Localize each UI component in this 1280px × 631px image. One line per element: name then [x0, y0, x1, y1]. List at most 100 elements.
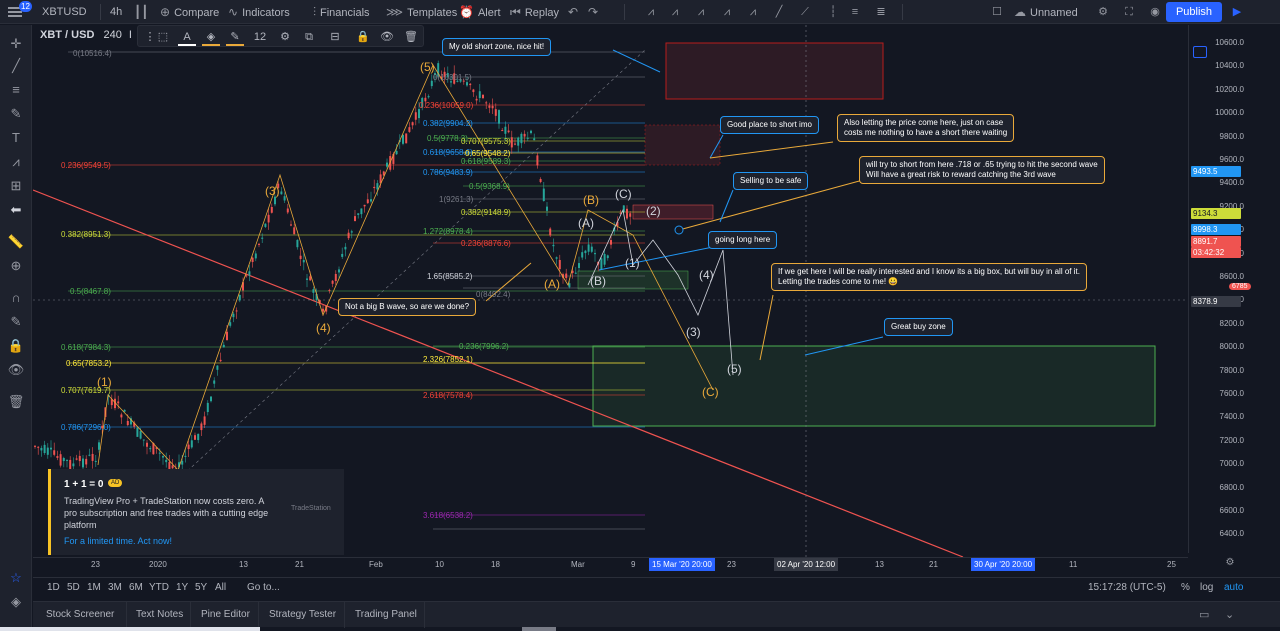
- shape-icon[interactable]: ⬚: [154, 28, 172, 46]
- range-button-3m[interactable]: 3M: [108, 582, 122, 593]
- clone-icon[interactable]: ⧉: [300, 28, 318, 46]
- promo-link[interactable]: For a limited time. Act now!: [64, 536, 172, 546]
- callout-good-place[interactable]: Good place to short imo: [720, 116, 819, 134]
- range-button-1y[interactable]: 1Y: [176, 582, 188, 593]
- layout-square-icon[interactable]: ☐: [988, 3, 1006, 21]
- lock-drawings-icon[interactable]: ✎: [7, 313, 25, 331]
- lock-icon[interactable]: 🔒: [354, 28, 372, 46]
- candlestick-series[interactable]: [34, 60, 632, 482]
- target-point-icon[interactable]: [674, 225, 684, 235]
- eye-icon[interactable]: 👁: [7, 361, 25, 379]
- elliott-double-combo-icon[interactable]: ⩘: [718, 3, 736, 21]
- callout-great-buy[interactable]: Great buy zone: [884, 318, 953, 336]
- auto-toggle[interactable]: auto: [1224, 582, 1243, 593]
- callout-big-box[interactable]: If we get here I will be really interest…: [771, 263, 1087, 291]
- crosshair-icon[interactable]: ✛: [7, 35, 25, 53]
- chart-settings-icon[interactable]: ⚙: [1220, 557, 1240, 571]
- replay-button[interactable]: ⏮ Replay: [510, 0, 559, 24]
- publish-button[interactable]: Publish: [1166, 2, 1222, 22]
- scale-mode-icon[interactable]: [1193, 46, 1207, 58]
- tab-pine-editor[interactable]: Pine Editor: [201, 609, 250, 620]
- interval-selector[interactable]: 4h: [110, 0, 122, 24]
- indicators-button[interactable]: ∿ Indicators: [228, 0, 290, 24]
- magnet-icon[interactable]: ∩: [7, 289, 25, 307]
- tab-trading-panel[interactable]: Trading Panel: [355, 609, 417, 620]
- compare-button[interactable]: ⊕ Compare: [160, 0, 219, 24]
- range-button-all[interactable]: All: [215, 582, 226, 593]
- trash-icon[interactable]: 🗑: [402, 28, 420, 46]
- fib-channel-icon[interactable]: ≣: [872, 3, 890, 21]
- text-icon[interactable]: T: [7, 129, 25, 147]
- range-button-5y[interactable]: 5Y: [195, 582, 207, 593]
- callout-selling[interactable]: Selling to be safe: [733, 172, 809, 190]
- text-color-icon[interactable]: A: [178, 28, 196, 46]
- callout-going-long[interactable]: going long here: [708, 231, 778, 249]
- range-button-6m[interactable]: 6M: [129, 582, 143, 593]
- border-color-icon[interactable]: ✎: [226, 28, 244, 46]
- range-button-1m[interactable]: 1M: [87, 582, 101, 593]
- undo-icon[interactable]: ↶: [568, 0, 582, 24]
- range-button-1d[interactable]: 1D: [47, 582, 60, 593]
- tab-text-notes[interactable]: Text Notes: [136, 609, 183, 620]
- fib-icon[interactable]: ≡: [7, 81, 25, 99]
- range-button-5d[interactable]: 5D: [67, 582, 80, 593]
- alerts-badge[interactable]: 6785: [1229, 283, 1251, 290]
- brush-icon[interactable]: ✎: [7, 105, 25, 123]
- trend-line-icon[interactable]: ╱: [770, 3, 788, 21]
- camera-icon[interactable]: ◉: [1146, 3, 1164, 21]
- eye-icon[interactable]: 👁: [378, 28, 396, 46]
- play-icon[interactable]: ▶: [1228, 3, 1246, 21]
- callout-not-big-b[interactable]: Not a big B wave, so are we done?: [338, 298, 477, 316]
- font-size-select[interactable]: 12: [248, 28, 272, 46]
- callout-will-try[interactable]: will try to short from here .718 or .65 …: [859, 156, 1105, 184]
- settings-gear-icon[interactable]: ⚙: [1094, 3, 1112, 21]
- range-button-ytd[interactable]: YTD: [149, 582, 169, 593]
- time-axis[interactable]: 23 2020 13 21 Feb 10 18 Mar 9 23 13 21 11 25 15 Mar '2…: [33, 557, 1188, 571]
- symbol-search[interactable]: XBTUSD: [42, 0, 87, 24]
- trend-line-icon[interactable]: ╱: [7, 57, 25, 75]
- pattern-icon[interactable]: ⩘: [7, 153, 25, 171]
- callout-also-letting[interactable]: Also letting the price come here, just o…: [837, 114, 1015, 142]
- zoom-in-icon[interactable]: ⊕: [7, 257, 25, 275]
- layers-icon[interactable]: ◈: [7, 593, 25, 611]
- sync-icon[interactable]: ⊟: [326, 28, 344, 46]
- vertical-line-icon[interactable]: ┆: [824, 3, 842, 21]
- templates-button[interactable]: ⋙ Templates: [386, 0, 457, 24]
- elliott-impulse-icon[interactable]: ⩘: [642, 3, 660, 21]
- redo-icon[interactable]: ↷: [588, 0, 602, 24]
- lock-icon[interactable]: 🔒: [7, 337, 25, 355]
- old-short-zone[interactable]: [665, 42, 884, 100]
- promo-banner[interactable]: 1 + 1 = 0 AD TradingView Pro + TradeStat…: [48, 469, 344, 555]
- fill-color-icon[interactable]: ◈: [202, 28, 220, 46]
- elliott-correction-icon[interactable]: ⩘: [666, 3, 684, 21]
- fullscreen-icon[interactable]: ⛶: [1120, 3, 1138, 21]
- elliott-triple-combo-icon[interactable]: ⩘: [744, 3, 762, 21]
- ruler-icon[interactable]: 📏: [7, 233, 25, 251]
- financials-button[interactable]: ⫶ Financials: [313, 0, 370, 24]
- prediction-icon[interactable]: ⊞: [7, 177, 25, 195]
- elliott-triangle-icon[interactable]: ⩘: [692, 3, 710, 21]
- horizontal-lines-icon[interactable]: ≡: [846, 3, 864, 21]
- scrollbar[interactable]: [0, 627, 260, 631]
- settings-icon[interactable]: ⚙: [276, 28, 294, 46]
- buy-zone[interactable]: [592, 345, 1156, 427]
- tab-strategy-tester[interactable]: Strategy Tester: [269, 609, 336, 620]
- short-zone[interactable]: [644, 124, 721, 166]
- log-toggle[interactable]: log: [1200, 582, 1213, 593]
- callout-old-short[interactable]: My old short zone, nice hit!: [442, 38, 552, 56]
- alert-button[interactable]: ⏰ Alert: [459, 0, 501, 24]
- price-axis[interactable]: 10600.0 10400.0 10200.0 10000.0 9800.0 9600.0…: [1188, 25, 1251, 553]
- clock[interactable]: 15:17:28 (UTC-5): [1088, 582, 1166, 593]
- collapse-panel-icon[interactable]: ⌄: [1225, 608, 1234, 621]
- back-arrow-icon[interactable]: ⬅: [7, 201, 25, 219]
- scrollbar-thumb[interactable]: [522, 627, 556, 631]
- layout-name[interactable]: ☁ Unnamed: [1014, 0, 1078, 24]
- ray-icon[interactable]: ⟋: [796, 3, 814, 21]
- goto-button[interactable]: Go to...: [247, 582, 280, 593]
- percent-toggle[interactable]: %: [1181, 582, 1190, 593]
- trash-icon[interactable]: 🗑: [7, 393, 25, 411]
- maximize-panel-icon[interactable]: ▭: [1199, 608, 1209, 621]
- favorites-star-icon[interactable]: ☆: [7, 569, 25, 587]
- tab-stock-screener[interactable]: Stock Screener: [46, 609, 114, 620]
- bar-style-icon[interactable]: ┃┃: [134, 0, 152, 24]
